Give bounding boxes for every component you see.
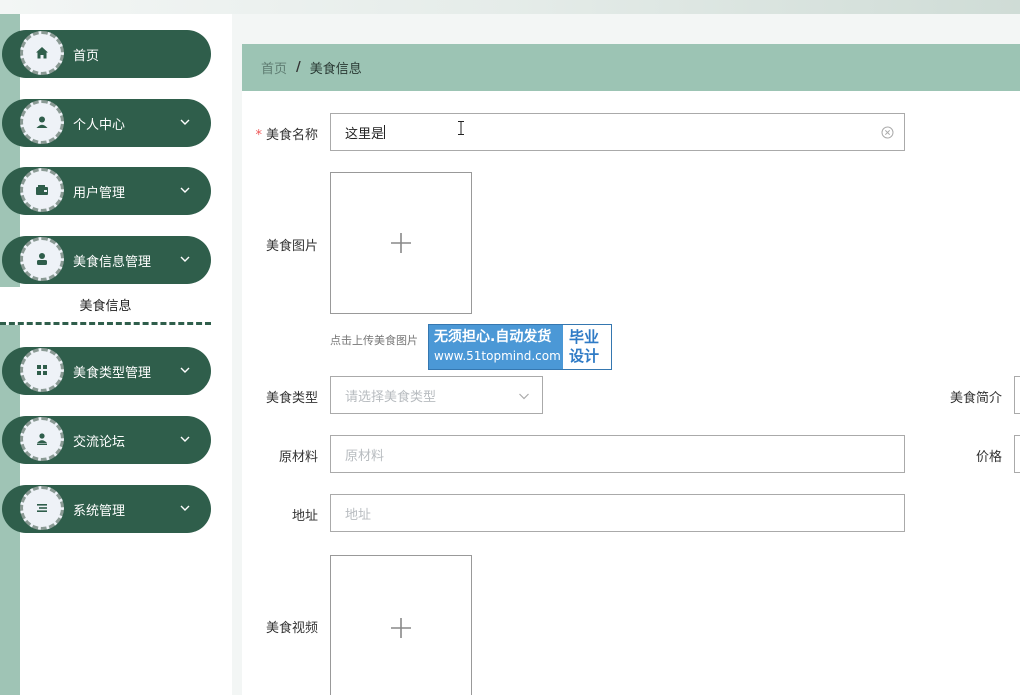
sidebar-item-label: 系统管理	[73, 504, 126, 519]
chevron-down-icon	[180, 505, 190, 511]
address-placeholder: 地址	[345, 507, 372, 523]
food-name-value: 这里是	[345, 126, 385, 142]
chevron-down-icon	[180, 367, 190, 373]
clear-icon[interactable]	[881, 126, 894, 139]
sidebar: 首页 个人中心 用户管理 美食信息管理 美食信息 美食类型管理 交流论坛 系统管…	[0, 0, 232, 695]
sidebar-item-system-management[interactable]: 系统管理	[2, 485, 211, 533]
sidebar-item-food-type-management[interactable]: 美食类型管理	[2, 347, 211, 395]
text-cursor-icon	[458, 121, 464, 135]
plus-icon	[391, 617, 411, 638]
sidebar-item-label: 美食类型管理	[73, 366, 152, 381]
sidebar-item-label: 用户管理	[73, 186, 126, 201]
wallet-icon	[20, 168, 64, 212]
food-video-upload[interactable]	[330, 555, 472, 695]
watermark-banner: 无须担心.自动发货 www.51topmind.com 毕业 设计	[428, 324, 612, 370]
forum-user-icon	[20, 417, 64, 461]
watermark-line1: 无须担心.自动发货	[434, 329, 552, 345]
food-type-select[interactable]: 请选择美食类型	[330, 376, 543, 414]
food-image-label: 美食图片	[265, 239, 318, 254]
food-image-hint: 点击上传美食图片	[330, 334, 418, 347]
breadcrumb-home-link[interactable]: 首页	[261, 58, 287, 77]
sidebar-item-food-info-management[interactable]: 美食信息管理	[2, 236, 211, 284]
sidebar-item-personal-center[interactable]: 个人中心	[2, 99, 211, 147]
plus-icon	[391, 233, 411, 253]
submenu-item-food-info[interactable]: 美食信息	[0, 287, 211, 325]
address-label: 地址	[291, 509, 318, 524]
sidebar-item-user-management[interactable]: 用户管理	[2, 167, 211, 215]
submenu-item-label: 美食信息	[79, 299, 132, 314]
home-icon	[20, 31, 64, 75]
text-caret	[384, 125, 386, 139]
food-name-label-text: 美食名称	[265, 128, 318, 143]
watermark-right-line2: 设计	[569, 347, 600, 365]
ingredients-input[interactable]: 原材料	[330, 435, 905, 473]
watermark-right-line1: 毕业	[569, 328, 600, 346]
sidebar-item-forum[interactable]: 交流论坛	[2, 416, 211, 464]
sidebar-item-label: 美食信息管理	[73, 255, 152, 270]
food-name-label: * 美食名称	[238, 124, 318, 143]
required-mark: *	[255, 128, 262, 143]
food-intro-input[interactable]	[1014, 376, 1020, 414]
ingredients-label: 原材料	[278, 450, 318, 465]
person-icon	[20, 237, 64, 281]
content-panel: 首页 / 美食信息 * 美食名称 这里是 美食图片 点击上传美食图片 无须担心.自…	[242, 44, 1020, 695]
breadcrumb-separator: /	[296, 60, 301, 75]
food-type-label: 美食类型	[265, 391, 318, 406]
sidebar-item-label: 个人中心	[73, 118, 126, 133]
food-image-upload[interactable]	[330, 172, 472, 314]
user-icon	[20, 100, 64, 144]
ingredients-placeholder: 原材料	[345, 448, 385, 464]
chevron-down-icon	[180, 436, 190, 442]
food-intro-label: 美食简介	[949, 391, 1002, 406]
chevron-down-icon	[180, 119, 190, 125]
food-video-label: 美食视频	[265, 621, 318, 636]
main-area: 首页 / 美食信息 * 美食名称 这里是 美食图片 点击上传美食图片 无须担心.自…	[232, 14, 1020, 695]
sidebar-item-label: 交流论坛	[73, 435, 126, 450]
breadcrumb-current: 美食信息	[309, 62, 362, 77]
chevron-down-icon	[519, 393, 529, 400]
breadcrumb: 首页 / 美食信息	[242, 44, 1020, 91]
price-input[interactable]	[1014, 435, 1020, 473]
chevron-down-icon	[180, 187, 190, 193]
chevron-down-icon	[180, 256, 190, 262]
watermark-line2: www.51topmind.com	[434, 349, 561, 363]
address-input[interactable]: 地址	[330, 494, 905, 532]
food-name-input[interactable]: 这里是	[330, 113, 905, 151]
list-icon	[20, 486, 64, 530]
sidebar-item-label: 首页	[73, 49, 100, 64]
grid-icon	[20, 348, 64, 392]
food-type-placeholder: 请选择美食类型	[345, 389, 437, 405]
price-label: 价格	[975, 450, 1002, 465]
sidebar-item-home[interactable]: 首页	[2, 30, 211, 78]
